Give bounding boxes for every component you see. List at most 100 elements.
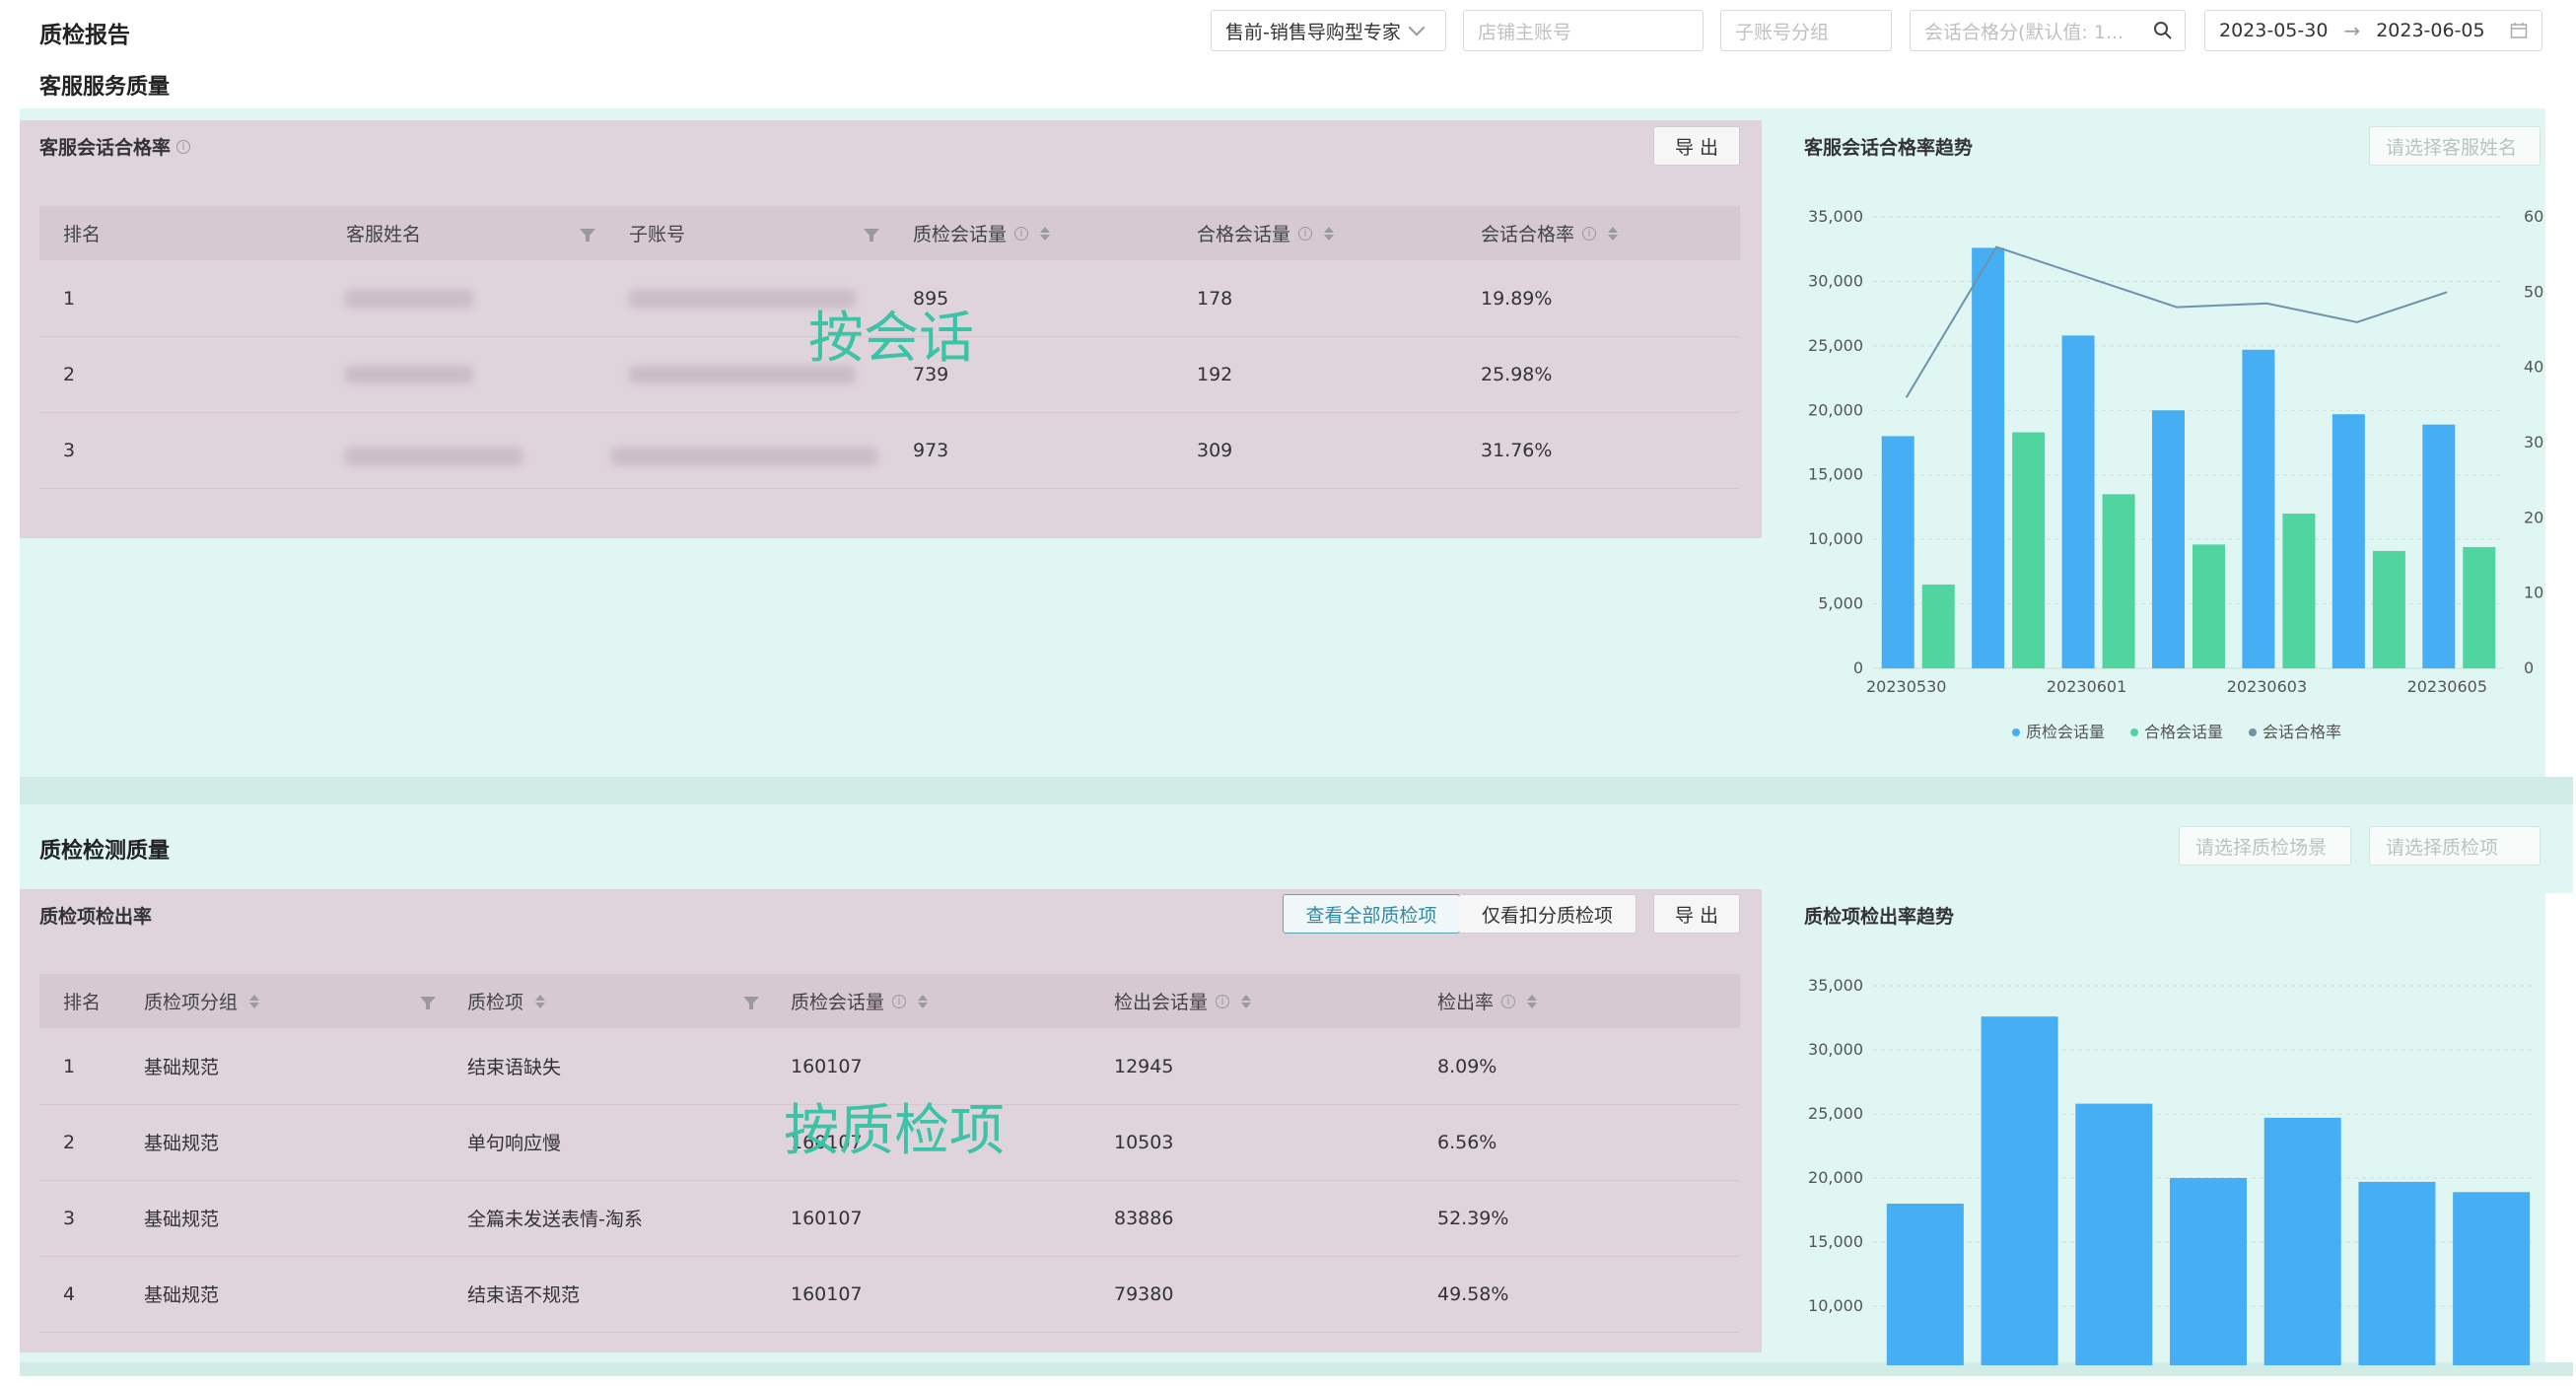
scene-select[interactable]: 请选择质检场景 <box>2179 826 2351 866</box>
y-tick-label: 30,000 <box>1808 271 1863 290</box>
sort-icon[interactable] <box>1241 994 1252 1008</box>
bar-passed-sessions <box>2372 550 2405 668</box>
y2-tick-label: 0 <box>2524 658 2534 677</box>
cell-checked: 160107 <box>791 1282 863 1305</box>
col-checked-sessions-label: 质检会话量 <box>791 992 885 1013</box>
table-row[interactable]: 4 基础规范 结束语不规范 160107 79380 49.58% <box>39 1256 1740 1333</box>
view-all-items-button[interactable]: 查看全部质检项 <box>1283 894 1460 934</box>
bar-checked-sessions <box>2422 424 2456 668</box>
cell-item: 结束语不规范 <box>467 1284 581 1306</box>
subaccount-group-select[interactable]: 子账号分组 <box>1720 10 1892 51</box>
cell-rank: 3 <box>63 1207 76 1229</box>
sort-icon[interactable] <box>1608 226 1619 241</box>
info-icon[interactable]: i <box>1582 226 1597 241</box>
redacted-agent-name <box>345 290 473 308</box>
info-icon[interactable]: i <box>892 994 907 1008</box>
y-tick-label: 30,000 <box>1808 1040 1863 1059</box>
filter-icon[interactable] <box>580 229 595 242</box>
y-tick-label: 15,000 <box>1808 465 1863 484</box>
trend-chart-title: 客服会话合格率趋势 <box>1804 137 1974 159</box>
filter-icon[interactable] <box>864 229 879 242</box>
redacted-agent-name <box>345 448 522 465</box>
col-pass-rate-label: 会话合格率 <box>1481 224 1575 245</box>
sort-icon[interactable] <box>249 994 260 1008</box>
subaccount-group-placeholder: 子账号分组 <box>1735 21 1830 43</box>
shop-account-placeholder: 店铺主账号 <box>1478 21 1572 43</box>
table-row[interactable]: 3 973 309 31.76% <box>39 412 1740 489</box>
pass-score-placeholder: 会话合格分(默认值: 1... <box>1924 21 2124 43</box>
section-divider <box>20 777 2573 804</box>
y-tick-label: 20,000 <box>1808 400 1863 419</box>
export-button[interactable]: 导 出 <box>1653 126 1740 166</box>
filter-icon[interactable] <box>420 997 436 1009</box>
col-checked-sessions[interactable]: 质检会话量 i <box>791 988 929 1014</box>
redacted-agent-name <box>345 366 473 383</box>
col-detection-rate[interactable]: 检出率 i <box>1437 988 1538 1014</box>
table-header: 排名 质检项分组 质检项 质检会话量 i 检出会话量 i 检出率 i <box>39 974 1740 1028</box>
table-row[interactable]: 3 基础规范 全篇未发送表情-淘系 160107 83886 52.39% <box>39 1180 1740 1257</box>
cell-rate: 8.09% <box>1437 1055 1497 1077</box>
cell-item: 全篇未发送表情-淘系 <box>467 1209 643 1230</box>
cell-rank: 2 <box>63 1131 76 1153</box>
date-range-picker[interactable]: 2023-05-30 → 2023-06-05 <box>2204 10 2542 51</box>
info-icon[interactable]: i <box>1014 226 1029 241</box>
role-select-value: 售前-销售导购型专家 <box>1225 21 1401 43</box>
legend-label: 质检会话量 <box>2026 723 2105 741</box>
sort-icon[interactable] <box>535 994 546 1008</box>
col-passed-sessions[interactable]: 合格会话量 i <box>1197 220 1335 246</box>
sort-icon[interactable] <box>918 994 929 1008</box>
y-tick-label: 10,000 <box>1808 529 1863 548</box>
col-checked-sessions-label: 质检会话量 <box>913 224 1008 245</box>
agent-name-select[interactable]: 请选择客服姓名 <box>2369 126 2541 166</box>
sort-icon[interactable] <box>1324 226 1335 241</box>
y-tick-label: 35,000 <box>1808 207 1863 226</box>
col-checked-sessions[interactable]: 质检会话量 i <box>913 220 1051 246</box>
col-detected-sessions[interactable]: 检出会话量 i <box>1114 988 1252 1014</box>
pass-score-input[interactable]: 会话合格分(默认值: 1... <box>1910 10 2142 51</box>
y-tick-label: 0 <box>1853 658 1863 677</box>
x-tick-label: 20230603 <box>2227 677 2307 696</box>
bar-checked-sessions <box>2242 349 2275 668</box>
col-detected-sessions-label: 检出会话量 <box>1114 992 1209 1013</box>
info-icon[interactable]: i <box>176 139 191 154</box>
info-icon[interactable]: i <box>1501 994 1516 1008</box>
bar-passed-sessions <box>2463 546 2496 668</box>
sort-icon[interactable] <box>1040 226 1051 241</box>
cell-group: 基础规范 <box>144 1284 220 1306</box>
cell-rank: 3 <box>63 439 76 461</box>
col-rank: 排名 <box>63 224 102 245</box>
cell-checked: 160107 <box>791 1207 863 1229</box>
y2-tick-label: 20 <box>2524 508 2543 526</box>
cell-passed: 178 <box>1197 287 1233 310</box>
info-icon[interactable]: i <box>1298 226 1313 241</box>
legend-dot <box>2249 728 2257 736</box>
bar-detection <box>1981 1016 2058 1365</box>
table-header: 排名 客服姓名 子账号 质检会话量 i 合格会话量 i 会话合格率 i <box>39 206 1740 260</box>
bar-detection <box>2358 1181 2436 1365</box>
filter-icon[interactable] <box>743 997 759 1009</box>
bar-checked-sessions <box>1881 436 1915 668</box>
deduct-only-button[interactable]: 仅看扣分质检项 <box>1459 894 1636 934</box>
arrow-right-icon: → <box>2343 19 2361 42</box>
y-tick-label: 25,000 <box>1808 336 1863 355</box>
calendar-icon <box>2510 23 2528 38</box>
col-detection-rate-label: 检出率 <box>1437 992 1495 1013</box>
export-button[interactable]: 导 出 <box>1653 894 1740 934</box>
x-tick-label: 20230530 <box>1866 677 1946 696</box>
y-tick-label: 10,000 <box>1808 1296 1863 1315</box>
sort-icon[interactable] <box>1527 994 1538 1008</box>
col-item-group[interactable]: 质检项分组 <box>144 988 260 1014</box>
col-pass-rate[interactable]: 会话合格率 i <box>1481 220 1619 246</box>
col-item[interactable]: 质检项 <box>467 988 546 1014</box>
cell-rate: 52.39% <box>1437 1207 1509 1229</box>
cell-detected: 79380 <box>1114 1282 1174 1305</box>
y-tick-label: 5,000 <box>1818 594 1863 613</box>
shop-account-input[interactable]: 店铺主账号 <box>1463 10 1704 51</box>
search-button[interactable] <box>2141 10 2186 51</box>
info-icon[interactable]: i <box>1216 994 1230 1008</box>
item-select[interactable]: 请选择质检项 <box>2369 826 2541 866</box>
search-icon <box>2154 22 2172 39</box>
cell-group: 基础规范 <box>144 1209 220 1230</box>
bar-passed-sessions <box>2193 544 2225 668</box>
role-select[interactable]: 售前-销售导购型专家 <box>1211 10 1446 51</box>
